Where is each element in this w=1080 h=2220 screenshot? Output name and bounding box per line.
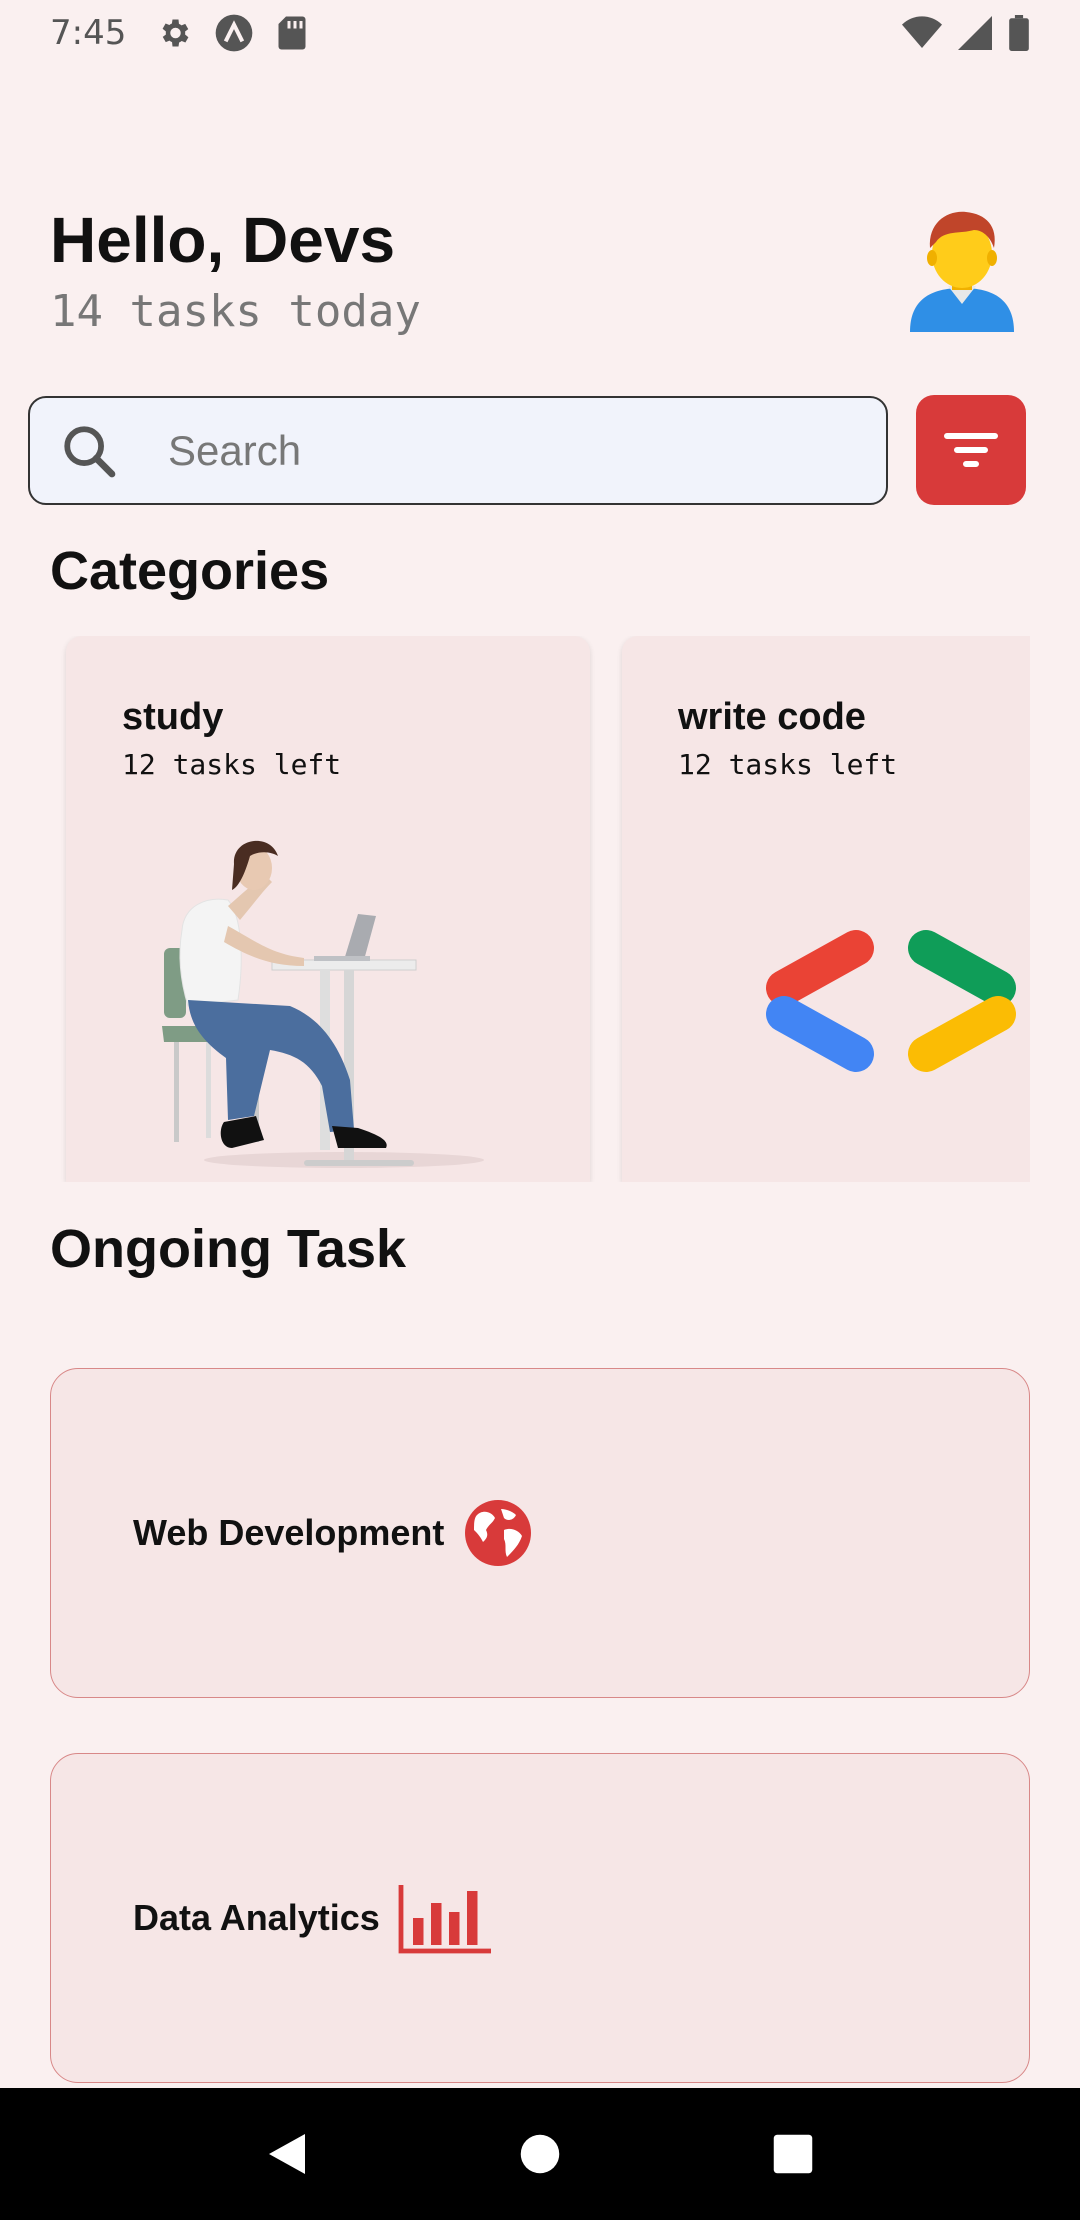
- task-card-web-development[interactable]: Web Development: [50, 1368, 1030, 1698]
- code-brackets-icon: [766, 930, 1016, 1072]
- navigation-bar: [0, 2088, 1080, 2220]
- ongoing-task-title: Ongoing Task: [50, 1219, 407, 1279]
- category-card-study[interactable]: study 12 tasks left: [66, 636, 590, 1182]
- home-icon: [520, 2134, 560, 2174]
- status-icons-left: [156, 13, 308, 53]
- a-circle-icon: [216, 14, 253, 52]
- greeting-subtitle: 14 tasks today: [50, 286, 421, 337]
- category-card-write-code[interactable]: write code 12 tasks left: [622, 636, 1030, 1182]
- categories-title: Categories: [50, 541, 330, 601]
- recents-icon: [774, 2134, 813, 2174]
- greeting-title: Hello, Devs: [50, 204, 396, 276]
- status-icons-right: [902, 15, 1030, 51]
- category-count: 12 tasks left: [678, 748, 898, 781]
- task-card-data-analytics[interactable]: Data Analytics: [50, 1753, 1030, 2083]
- category-name: write code: [678, 696, 866, 738]
- categories-list[interactable]: study 12 tasks left write code 12 tasks …: [0, 636, 1030, 1182]
- recents-button[interactable]: [753, 2114, 833, 2194]
- search-icon: [64, 425, 116, 477]
- back-icon: [268, 2134, 305, 2174]
- person-at-desk-illustration: [162, 840, 484, 1168]
- wifi-icon: [902, 16, 942, 48]
- search-bar[interactable]: [28, 396, 888, 505]
- signal-icon: [958, 16, 992, 50]
- back-button[interactable]: [247, 2114, 327, 2194]
- gear-icon: [162, 19, 189, 47]
- filter-icon: [944, 433, 998, 467]
- filter-button[interactable]: [916, 395, 1026, 505]
- greeting: Hello, Devs 14 tasks today: [50, 200, 421, 342]
- battery-icon: [1009, 15, 1029, 51]
- task-label: Web Development: [133, 1512, 445, 1553]
- home-button[interactable]: [500, 2114, 580, 2194]
- task-label: Data Analytics: [133, 1897, 380, 1938]
- search-input[interactable]: [168, 426, 808, 475]
- category-name: study: [122, 696, 224, 738]
- globe-icon: [465, 1500, 532, 1566]
- person-avatar-icon[interactable]: [904, 208, 1020, 332]
- bar-chart-icon: [398, 1885, 491, 1954]
- status-bar: 7:45: [0, 0, 1080, 66]
- status-time: 7:45: [50, 13, 127, 53]
- category-count: 12 tasks left: [122, 748, 342, 781]
- sd-card-icon: [278, 16, 306, 50]
